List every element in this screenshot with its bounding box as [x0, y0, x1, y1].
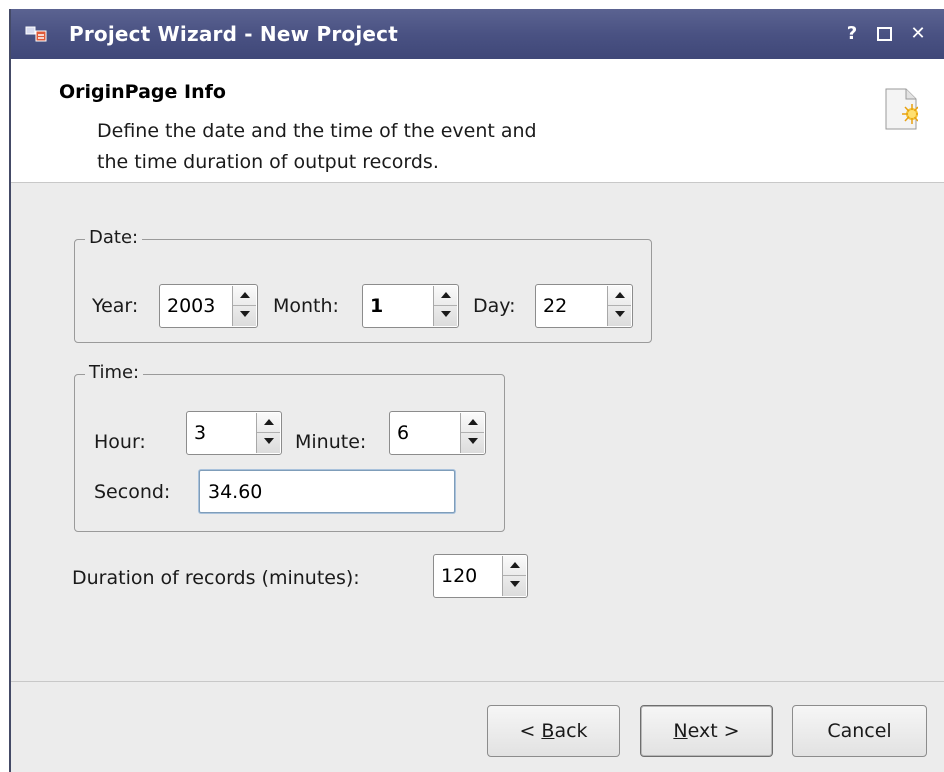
duration-increment-icon[interactable] — [507, 556, 523, 574]
day-increment-icon[interactable] — [612, 286, 628, 304]
time-group-legend: Time: — [85, 362, 144, 383]
second-input[interactable]: 34.60 — [199, 470, 455, 513]
back-button-rest: ack — [554, 720, 588, 742]
hour-value[interactable]: 3 — [194, 422, 206, 444]
minute-spinbox[interactable]: 6 — [389, 411, 486, 455]
title-bar[interactable]: Project Wizard - New Project ? ✕ — [11, 9, 944, 59]
month-value[interactable]: 1 — [370, 295, 383, 317]
footer-divider — [11, 681, 944, 682]
next-button-rest: ext > — [687, 720, 740, 742]
second-label: Second: — [94, 481, 171, 503]
hour-spinbox[interactable]: 3 — [186, 411, 282, 455]
minute-spin-arrows[interactable] — [460, 413, 484, 453]
back-button-mnemonic: B — [541, 720, 555, 742]
duration-spinbox[interactable]: 120 — [433, 554, 528, 598]
day-value[interactable]: 22 — [543, 295, 567, 317]
year-decrement-icon[interactable] — [237, 306, 253, 324]
minute-value[interactable]: 6 — [397, 422, 409, 444]
month-spin-arrows[interactable] — [433, 286, 457, 326]
duration-value[interactable]: 120 — [441, 565, 477, 587]
duration-spin-arrows[interactable] — [502, 556, 526, 596]
month-increment-icon[interactable] — [438, 286, 454, 304]
minute-decrement-icon[interactable] — [465, 433, 481, 451]
minute-increment-icon[interactable] — [465, 413, 481, 431]
day-spinbox[interactable]: 22 — [535, 284, 633, 328]
new-document-icon — [885, 88, 918, 130]
wizard-header: OriginPage Info Define the date and the … — [11, 59, 944, 183]
wizard-window: Project Wizard - New Project ? ✕ OriginP… — [9, 9, 944, 772]
year-spinbox[interactable]: 2003 — [159, 284, 258, 328]
year-label: Year: — [92, 295, 139, 317]
hour-increment-icon[interactable] — [261, 413, 277, 431]
date-group-legend: Date: — [85, 227, 143, 248]
back-button-prefix: < — [519, 720, 542, 742]
next-button-mnemonic: N — [673, 720, 688, 742]
close-button[interactable]: ✕ — [906, 22, 930, 46]
year-value[interactable]: 2003 — [167, 295, 215, 317]
hour-decrement-icon[interactable] — [261, 433, 277, 451]
minute-label: Minute: — [295, 431, 367, 453]
year-spin-arrows[interactable] — [232, 286, 256, 326]
maximize-icon — [877, 27, 892, 41]
page-description: Define the date and the time of the even… — [97, 116, 697, 178]
page-title: OriginPage Info — [59, 81, 226, 103]
window-title: Project Wizard - New Project — [69, 22, 398, 46]
year-increment-icon[interactable] — [237, 286, 253, 304]
back-button[interactable]: < Back — [487, 705, 620, 757]
duration-label: Duration of records (minutes): — [72, 567, 360, 589]
duration-decrement-icon[interactable] — [507, 576, 523, 594]
month-label: Month: — [273, 295, 339, 317]
day-label: Day: — [473, 295, 516, 317]
day-spin-arrows[interactable] — [607, 286, 631, 326]
day-decrement-icon[interactable] — [612, 306, 628, 324]
next-button[interactable]: Next > — [640, 705, 773, 757]
description-line-1: Define the date and the time of the even… — [97, 120, 537, 142]
maximize-button[interactable] — [873, 22, 897, 46]
hour-spin-arrows[interactable] — [256, 413, 280, 453]
second-value[interactable]: 34.60 — [208, 481, 262, 503]
hour-label: Hour: — [94, 431, 146, 453]
month-decrement-icon[interactable] — [438, 306, 454, 324]
month-spinbox[interactable]: 1 — [362, 284, 459, 328]
wizard-app-icon — [25, 26, 47, 42]
description-line-2: the time duration of output records. — [97, 151, 439, 173]
cancel-button[interactable]: Cancel — [792, 705, 927, 757]
help-button[interactable]: ? — [840, 22, 864, 46]
